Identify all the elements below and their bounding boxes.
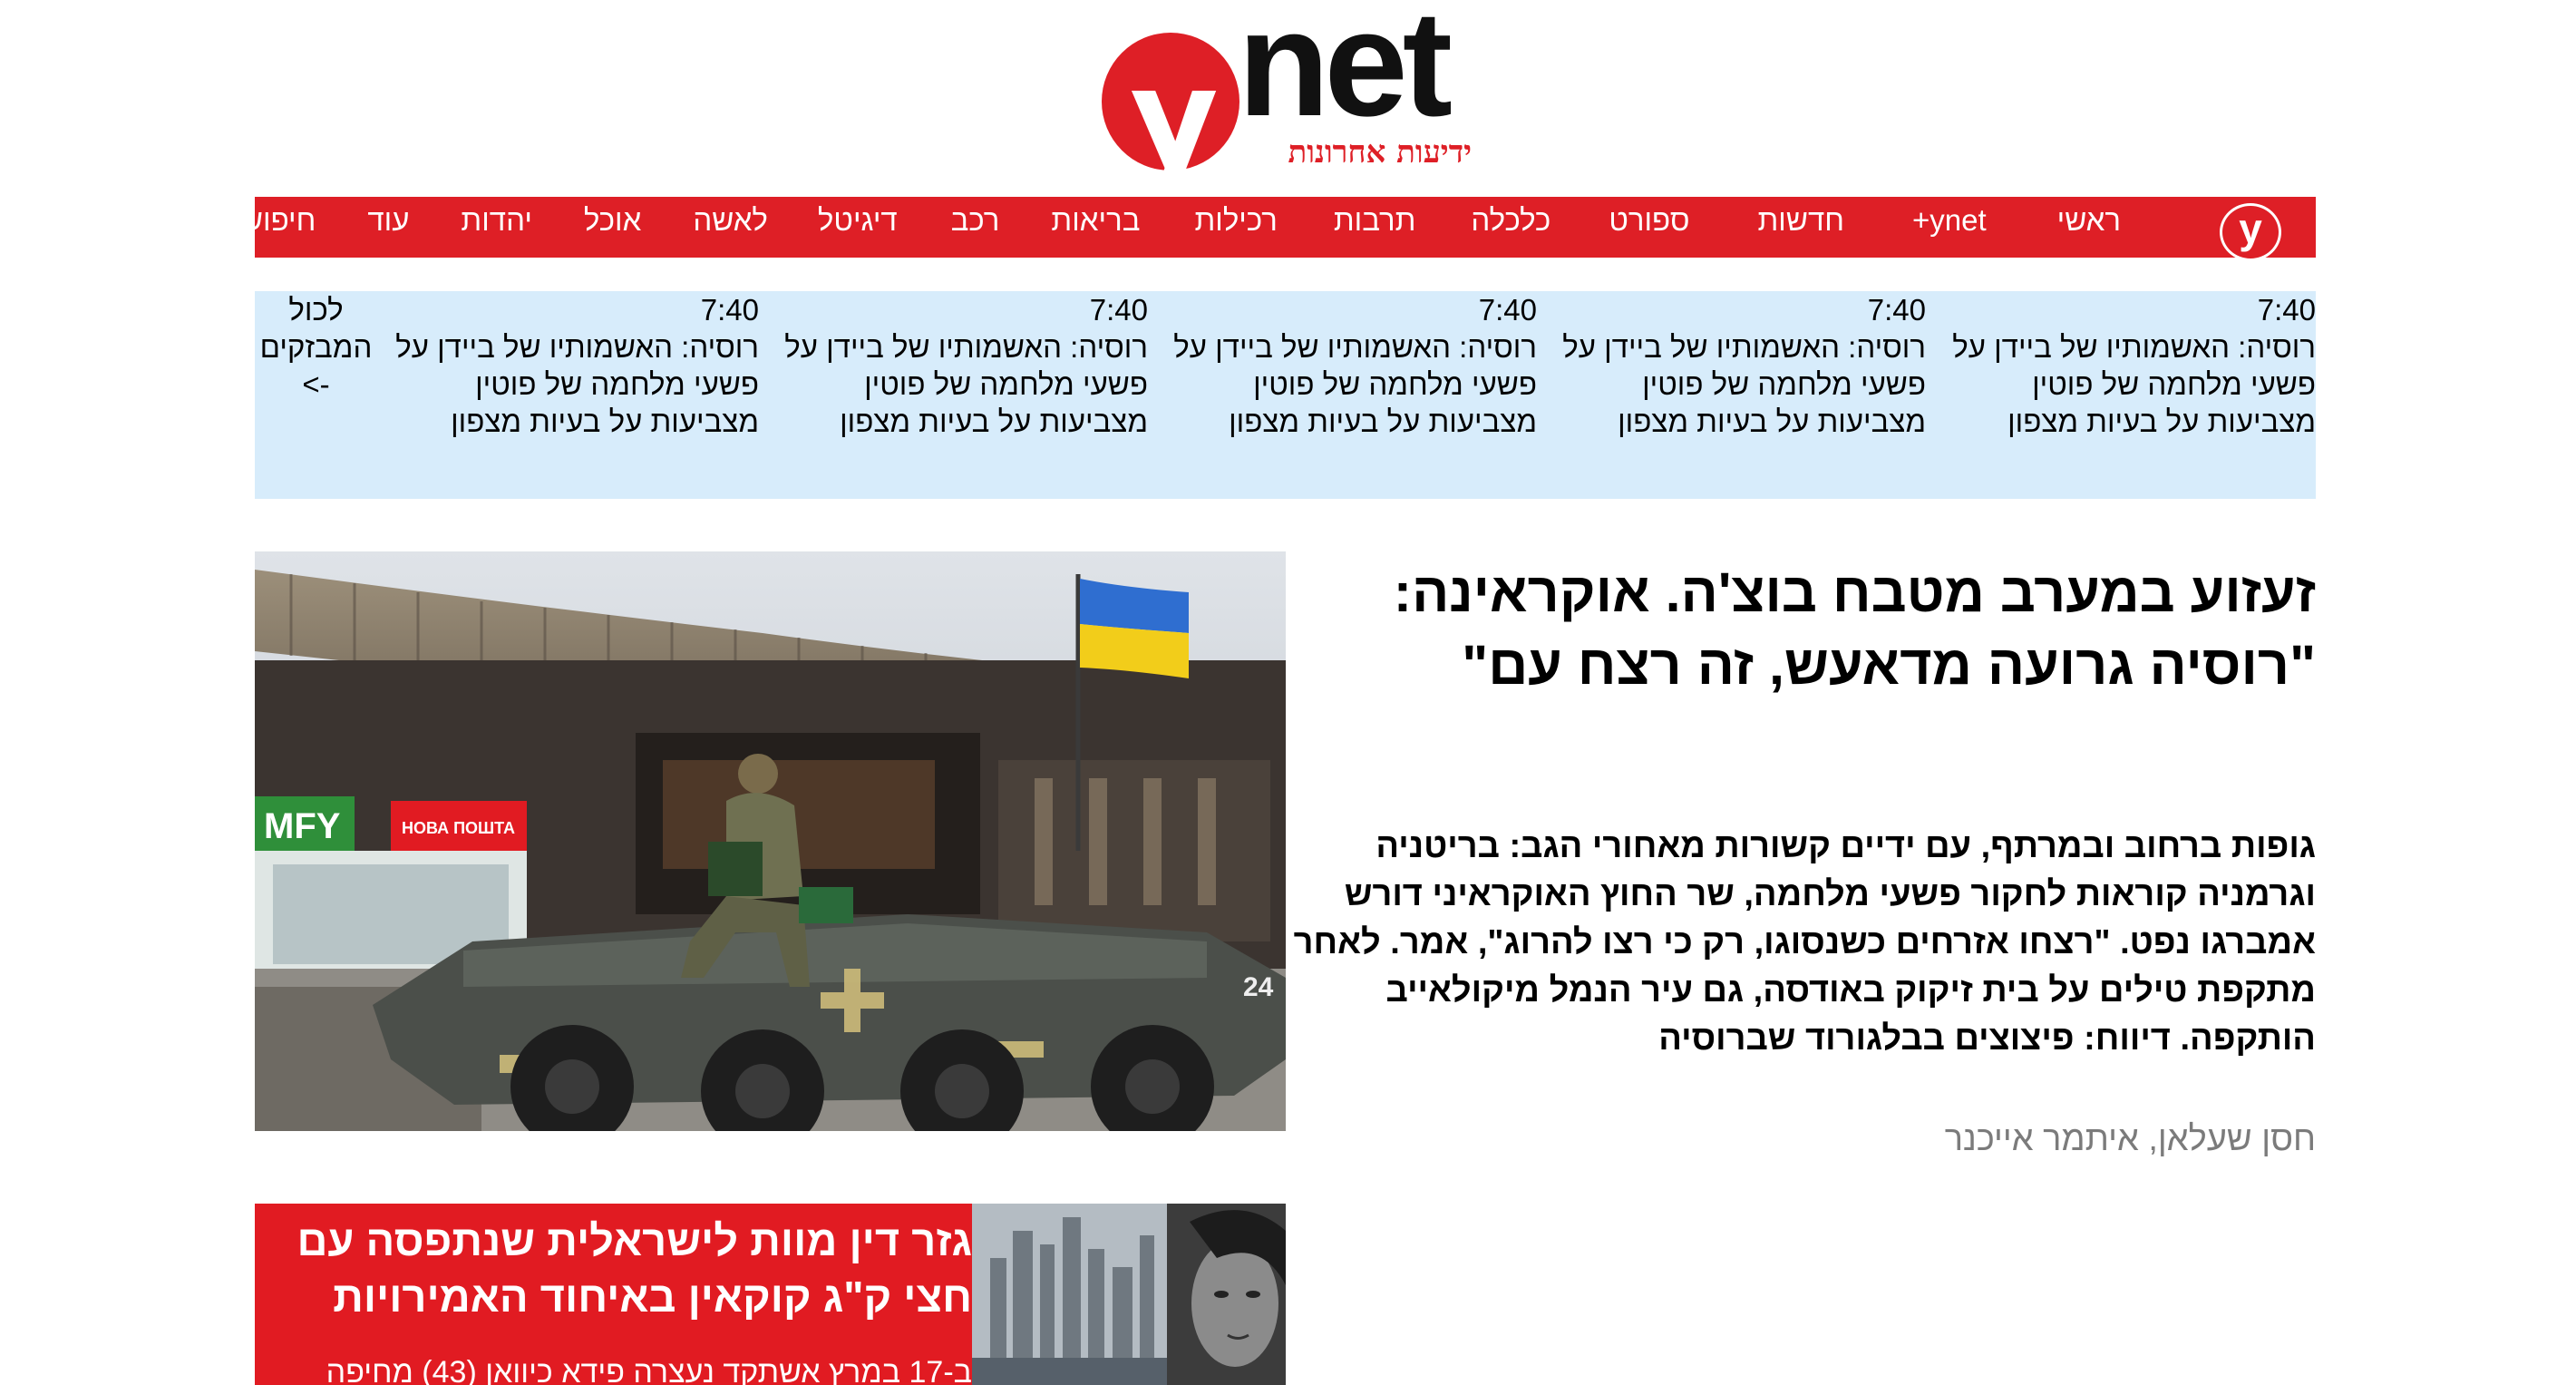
ticker-time: 7:40: [1089, 293, 1148, 327]
nav-item-gossip[interactable]: רכילות: [1194, 197, 1277, 246]
main-nav: y ראשי ynet+ חדשות ספורט כלכלה תרבות רכי…: [241, 197, 2316, 261]
nav-item-food[interactable]: אוכל: [584, 197, 641, 246]
nav-item-cars[interactable]: רכב: [951, 197, 1000, 246]
nav-item-judaism[interactable]: יהדות: [461, 197, 532, 246]
ticker-item[interactable]: 7:40 רוסיה: האשמותיו של ביידן על פשעי מל…: [1156, 291, 1537, 440]
ticker-item[interactable]: 7:40 רוסיה: האשמותיו של ביידן על פשעי מל…: [1935, 291, 2316, 440]
card-photo: [972, 1204, 1286, 1385]
card-subtitle: ב-17 במרץ אשתקד נעצרה פידא כיוואן (43) מ…: [326, 1355, 972, 1385]
ticker-text: רוסיה: האשמותיו של ביידן על פשעי מלחמה ש…: [395, 330, 759, 438]
ticker-text: רוסיה: האשמותיו של ביידן על פשעי מלחמה ש…: [1562, 330, 1926, 438]
ynet-badge-icon[interactable]: y: [2220, 203, 2281, 261]
nav-items: ראשי ynet+ חדשות ספורט כלכלה תרבות רכילו…: [241, 197, 2121, 246]
ticker-text: רוסיה: האשמותיו של ביידן על פשעי מלחמה ש…: [1952, 330, 2316, 438]
ynet-logo[interactable]: y net ידיעות אחרונות: [1102, 0, 1482, 187]
breaking-news-ticker: 7:40 רוסיה: האשמותיו של ביידן על פשעי מל…: [255, 291, 2316, 499]
badge-letter: y: [2239, 205, 2262, 252]
hero-photo: MFY НОВА ПОШТА 24: [255, 551, 1286, 1131]
ticker-text: רוסיה: האשמותיו של ביידן על פשעי מלחמה ש…: [1173, 330, 1537, 438]
hero-image[interactable]: MFY НОВА ПОШТА 24: [255, 551, 1286, 1131]
ticker-time: 7:40: [1478, 293, 1537, 327]
nav-item-digital[interactable]: דיגיטל: [818, 197, 898, 246]
nav-item-search[interactable]: חיפוש: [241, 197, 316, 246]
nav-item-sport[interactable]: ספורט: [1609, 197, 1689, 246]
hero-headline[interactable]: זעזוע במערב מטבח בוצ'ה. אוקראינה: "רוסיה…: [1315, 556, 2316, 701]
shop-sign-text: MFY: [264, 806, 341, 846]
ticker-time: 7:40: [700, 293, 759, 327]
nav-item-news[interactable]: חדשות: [1758, 197, 1844, 246]
post-sign-text: НОВА ПОШТА: [402, 819, 515, 837]
ticker-item[interactable]: 7:40 רוסיה: האשמותיו של ביידן על פשעי מל…: [767, 291, 1148, 440]
logo-subtitle: ידיעות אחרונות: [1288, 134, 1472, 171]
ticker-time: 7:40: [1867, 293, 1926, 327]
nav-item-ynet-plus[interactable]: ynet+: [1912, 197, 1987, 246]
nav-item-culture[interactable]: תרבות: [1334, 197, 1416, 246]
vehicle-number: 24: [1243, 972, 1274, 1002]
secondary-story-card[interactable]: גזר דין מוות לישראלית שנתפסה עם חצי ק"ג …: [255, 1204, 1286, 1385]
hero-lead: גופות ברחוב ובמרתף, עם ידיים קשורות מאחו…: [1293, 827, 2316, 1058]
logo-circle: y: [1102, 33, 1239, 187]
ticker-item[interactable]: 7:40 רוסיה: האשמותיו של ביידן על פשעי מל…: [1545, 291, 1926, 440]
logo-mark: y: [1130, 40, 1219, 198]
nav-item-more[interactable]: עוד: [367, 197, 409, 246]
nav-item-home[interactable]: ראשי: [2057, 197, 2121, 246]
card-headline[interactable]: גזר דין מוות לישראלית שנתפסה עם חצי ק"ג …: [260, 1213, 972, 1325]
card-image: [972, 1204, 1286, 1385]
logo-word: net: [1238, 0, 1453, 148]
all-flashes-link[interactable]: לכול המבזקים ->: [255, 291, 377, 403]
ticker-text: רוסיה: האשמותיו של ביידן על פשעי מלחמה ש…: [784, 330, 1148, 438]
ticker-time: 7:40: [2257, 293, 2316, 327]
ticker-item[interactable]: 7:40 רוסיה: האשמותיו של ביידן על פשעי מל…: [378, 291, 759, 440]
nav-item-economy[interactable]: כלכלה: [1471, 197, 1550, 246]
hero-authors: חסן שעלאן, איתמר אייכנר: [1944, 1120, 2316, 1158]
nav-item-health[interactable]: בריאות: [1051, 197, 1140, 246]
nav-item-women[interactable]: לאשה: [693, 197, 768, 246]
